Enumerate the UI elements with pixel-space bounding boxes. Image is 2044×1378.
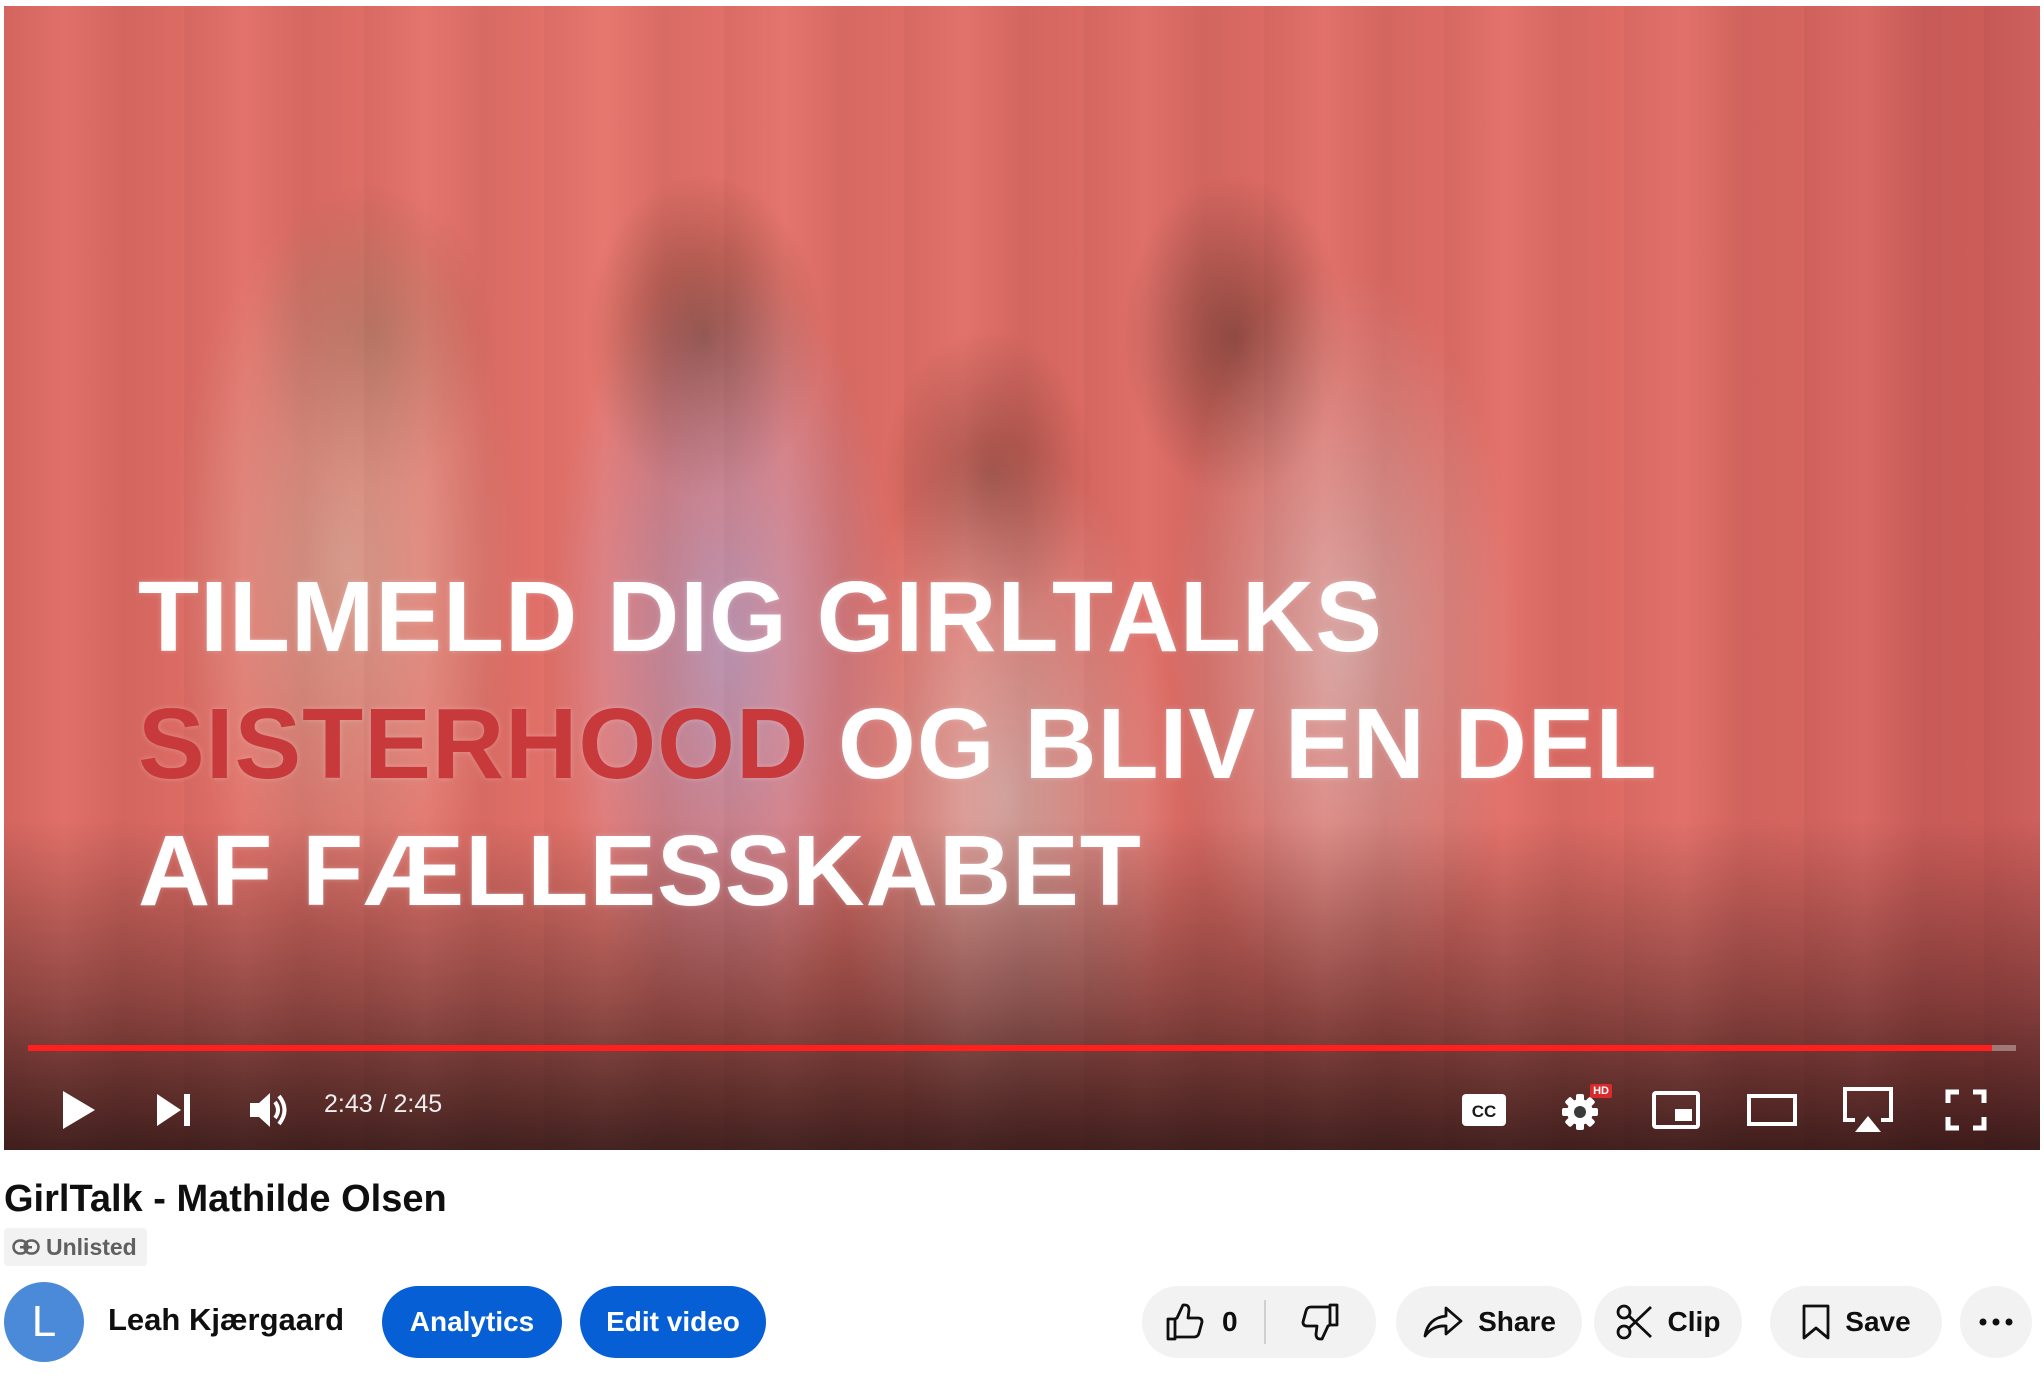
like-count: 0: [1222, 1306, 1238, 1337]
scissors-icon: [1616, 1304, 1652, 1340]
clip-label: Clip: [1667, 1306, 1721, 1337]
save-label: Save: [1845, 1306, 1911, 1337]
volume-button[interactable]: [240, 1080, 300, 1140]
svg-text:CC: CC: [1472, 1102, 1497, 1121]
clip-button[interactable]: Clip: [1594, 1286, 1742, 1358]
video-overlay-text: TILMELD DIG GIRLTALKS SISTERHOOD OG BLIV…: [138, 554, 1658, 935]
more-actions-button[interactable]: [1960, 1286, 2032, 1358]
video-player[interactable]: TILMELD DIG GIRLTALKS SISTERHOOD OG BLIV…: [4, 6, 2040, 1150]
hd-badge: HD: [1590, 1084, 1612, 1098]
time-display: 2:43 / 2:45: [324, 1090, 442, 1119]
save-button[interactable]: Save: [1770, 1286, 1942, 1358]
share-icon: [1423, 1306, 1463, 1338]
progress-fill: [28, 1045, 1993, 1051]
progress-bar[interactable]: [28, 1045, 2016, 1051]
miniplayer-button[interactable]: [1646, 1080, 1706, 1140]
captions-button[interactable]: CC: [1454, 1080, 1514, 1140]
overlay-line-2-rest: OG BLIV EN DEL: [809, 688, 1658, 800]
video-title: GirlTalk - Mathilde Olsen: [4, 1178, 447, 1220]
airplay-icon: [1843, 1087, 1893, 1132]
thumbs-down-icon: [1301, 1303, 1339, 1341]
fullscreen-icon: [1945, 1089, 1987, 1131]
overlay-highlight: SISTERHOOD: [138, 688, 810, 800]
captions-icon: CC: [1462, 1094, 1506, 1126]
thumbs-up-icon: [1166, 1303, 1204, 1341]
like-dislike-group: 0: [1142, 1286, 1376, 1358]
channel-name[interactable]: Leah Kjærgaard: [108, 1302, 344, 1338]
overlay-line-2: SISTERHOOD OG BLIV EN DEL: [138, 681, 1658, 808]
channel-avatar[interactable]: L: [4, 1282, 84, 1362]
link-icon: [12, 1239, 40, 1255]
analytics-button[interactable]: Analytics: [382, 1286, 562, 1358]
fullscreen-button[interactable]: [1936, 1080, 1996, 1140]
avatar-letter: L: [31, 1297, 57, 1346]
next-icon: [157, 1094, 190, 1126]
share-label: Share: [1478, 1306, 1556, 1337]
dislike-button[interactable]: [1266, 1286, 1376, 1358]
time-total: 2:45: [393, 1090, 443, 1118]
theater-mode-button[interactable]: [1742, 1080, 1802, 1140]
visibility-badge: Unlisted: [4, 1228, 147, 1266]
play-button[interactable]: [48, 1080, 108, 1140]
settings-button[interactable]: HD: [1550, 1080, 1614, 1140]
visibility-label: Unlisted: [46, 1233, 137, 1260]
like-button[interactable]: 0: [1142, 1286, 1238, 1358]
more-horizontal-icon: [1979, 1318, 2013, 1326]
miniplayer-icon: [1652, 1091, 1700, 1129]
play-icon: [63, 1091, 95, 1129]
overlay-line-1: TILMELD DIG GIRLTALKS: [138, 561, 1383, 673]
theater-mode-icon: [1747, 1094, 1797, 1126]
edit-video-button[interactable]: Edit video: [580, 1286, 766, 1358]
airplay-button[interactable]: [1836, 1080, 1900, 1140]
bookmark-icon: [1802, 1304, 1830, 1340]
next-button[interactable]: [144, 1080, 204, 1140]
overlay-line-3: AF FÆLLESSKABET: [138, 815, 1142, 927]
volume-icon: [250, 1093, 287, 1127]
time-separator: /: [372, 1090, 394, 1118]
share-button[interactable]: Share: [1396, 1286, 1582, 1358]
time-current: 2:43: [324, 1090, 373, 1118]
